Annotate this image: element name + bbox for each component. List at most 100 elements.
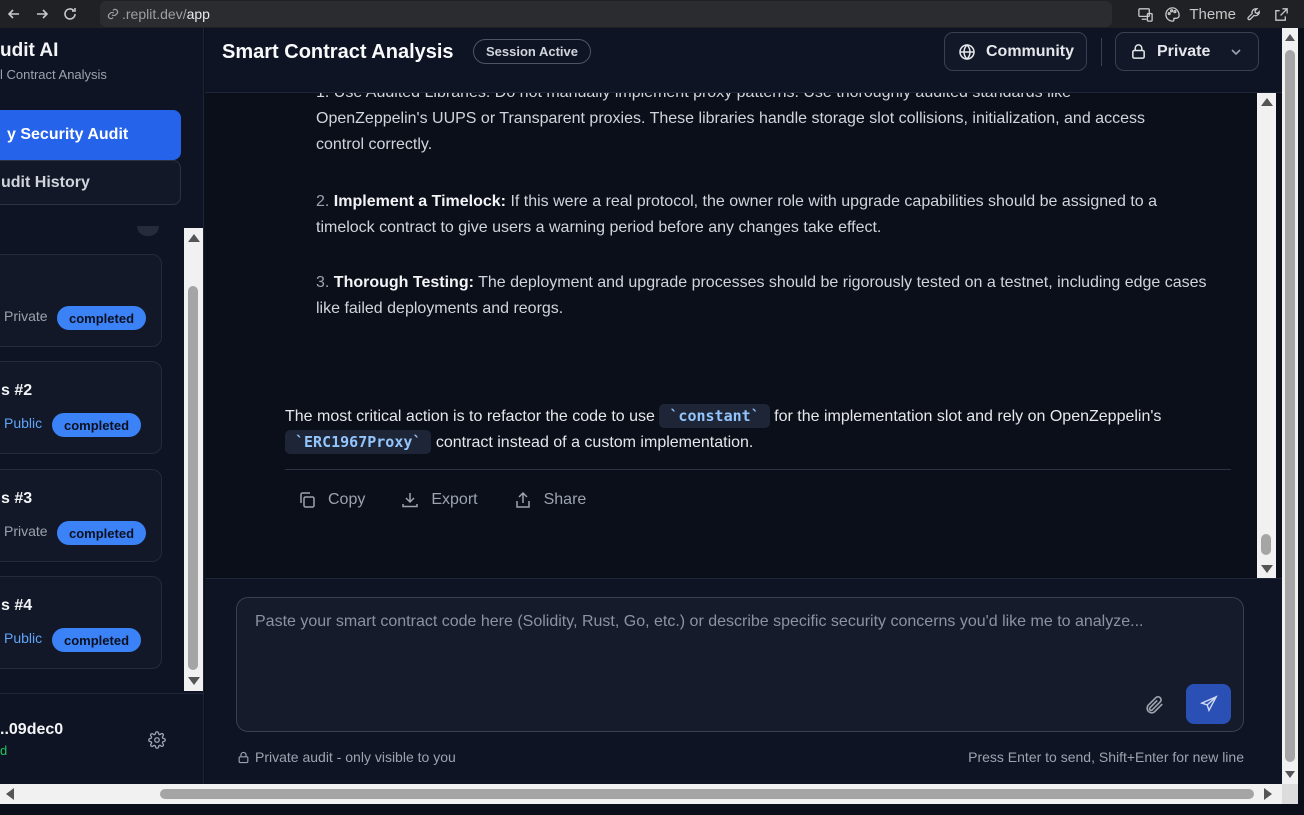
recommendation-1-cut-line: 1. Use Audited Libraries: Do not manuall…	[316, 93, 1206, 106]
community-label: Community	[986, 42, 1074, 60]
audit-title: s #3	[1, 490, 33, 507]
audit-title: s #2	[1, 382, 33, 399]
theme-label: Theme	[1189, 5, 1236, 23]
back-button[interactable]	[0, 0, 28, 28]
scroll-up-arrow[interactable]	[1261, 98, 1273, 106]
wallet-status: d	[0, 743, 8, 758]
scroll-thumb[interactable]	[1285, 50, 1295, 762]
privacy-text: Private audit - only visible to you	[255, 749, 456, 765]
page-horizontal-scrollbar[interactable]	[0, 784, 1282, 804]
audit-card[interactable]: s #4 Public completed	[0, 576, 162, 669]
status-badge: completed	[52, 628, 142, 652]
external-link-icon[interactable]	[1273, 6, 1290, 23]
scroll-down-arrow[interactable]	[1261, 565, 1273, 573]
page-title: Smart Contract Analysis	[222, 41, 454, 63]
audit-title: s #4	[1, 597, 33, 614]
forward-arrow-icon	[37, 9, 49, 19]
visibility-select[interactable]: Private	[1115, 32, 1259, 71]
visibility-label: Public	[4, 415, 43, 431]
scroll-down-arrow[interactable]	[1285, 771, 1295, 778]
message-input[interactable]	[237, 598, 1243, 731]
browser-toolbar: .replit.dev/app Theme	[0, 0, 1304, 28]
send-icon	[1199, 695, 1218, 713]
recommendation-1: 1. Use Audited Libraries: Do not manuall…	[316, 93, 1206, 158]
devices-icon[interactable]	[1137, 6, 1154, 23]
summary-text: contract instead of a custom implementat…	[431, 434, 754, 451]
send-button[interactable]	[1186, 684, 1231, 724]
scroll-up-arrow[interactable]	[188, 234, 200, 242]
audit-card[interactable]: s #3 Private completed	[0, 469, 162, 562]
divider	[285, 469, 1231, 470]
palette-icon	[1165, 6, 1181, 22]
visibility-label: Public	[4, 630, 43, 646]
page-vertical-scrollbar[interactable]	[1282, 28, 1298, 784]
scroll-down-arrow[interactable]	[188, 677, 200, 685]
scroll-up-arrow[interactable]	[1285, 34, 1295, 41]
sidebar: udit AI l Contract Analysis y Security A…	[0, 28, 204, 784]
community-button[interactable]: Community	[944, 32, 1087, 71]
reload-button[interactable]	[56, 0, 84, 28]
summary-paragraph: The most critical action is to refactor …	[285, 404, 1225, 456]
audit-card[interactable]: Private completed	[0, 254, 162, 347]
wallet-address: ..09dec0	[0, 721, 64, 738]
recommendation-3: 3. Thorough Testing: The deployment and …	[316, 270, 1216, 322]
recommendation-heading: Implement a Timelock:	[333, 193, 506, 210]
brand-title: udit AI	[0, 40, 59, 61]
copy-icon	[300, 492, 315, 508]
address-bar[interactable]: .replit.dev/app	[100, 1, 1112, 27]
lock-icon	[238, 751, 249, 763]
export-label: Export	[431, 491, 478, 508]
content-scrollbar[interactable]	[1257, 93, 1276, 578]
audit-card[interactable]: s #2 Public completed	[0, 361, 162, 454]
window-edge	[1298, 28, 1304, 815]
sidebar-scrollbar[interactable]	[184, 228, 203, 691]
recommendation-1-line-3: control correctly.	[316, 136, 433, 153]
reload-icon	[64, 8, 76, 20]
recommendation-1-line-2: OpenZeppelin's UUPS or Transparent proxi…	[316, 110, 1145, 127]
scroll-left-arrow[interactable]	[6, 788, 14, 800]
scroll-right-arrow[interactable]	[1264, 788, 1272, 800]
summary-text: for the implementation slot and rely on …	[769, 408, 1162, 425]
privacy-note: Private audit - only visible to you	[237, 749, 456, 765]
theme-button[interactable]: Theme	[1164, 6, 1236, 23]
wrench-icon[interactable]	[1246, 6, 1263, 23]
status-badge: completed	[57, 521, 147, 545]
list-number: 2.	[316, 193, 330, 210]
scrollbar-corner	[1282, 784, 1298, 804]
gear-icon[interactable]	[148, 731, 166, 749]
visibility-label: Private	[4, 523, 48, 539]
inline-code: `ERC1967Proxy`	[285, 430, 432, 454]
brand-subtitle: l Contract Analysis	[0, 67, 107, 82]
new-security-audit-button[interactable]: y Security Audit	[0, 110, 181, 160]
scroll-thumb[interactable]	[188, 286, 198, 670]
back-arrow-icon	[7, 9, 19, 19]
message-input-box	[236, 597, 1244, 732]
paperclip-icon[interactable]	[1143, 694, 1165, 716]
scroll-thumb[interactable]	[160, 789, 1254, 799]
export-button[interactable]: Export	[401, 491, 478, 509]
audit-history-button[interactable]: udit History	[0, 160, 181, 205]
page-header: Smart Contract Analysis Session Active C…	[205, 28, 1282, 93]
visibility-label: Private	[1157, 42, 1211, 60]
recommendation-2: 2. Implement a Timelock: If this were a …	[316, 189, 1216, 241]
list-number: 3.	[316, 274, 330, 291]
wallet-panel: ..09dec0 d	[0, 693, 204, 784]
message-area: 1. Use Audited Libraries: Do not manuall…	[205, 93, 1257, 578]
share-icon	[515, 491, 530, 508]
browser-extensions: Theme	[1137, 0, 1290, 28]
forward-button[interactable]	[28, 0, 56, 28]
copy-label: Copy	[328, 491, 366, 508]
app-root: .replit.dev/app Theme udit AI l Contract…	[0, 0, 1304, 815]
message-actions: Copy Export Share	[298, 491, 586, 509]
keyboard-hint: Press Enter to send, Shift+Enter for new…	[968, 749, 1244, 765]
header-divider	[1101, 38, 1102, 66]
share-label: Share	[543, 491, 587, 508]
main-panel: Smart Contract Analysis Session Active C…	[205, 28, 1282, 784]
session-badge: Session Active	[473, 39, 592, 64]
link-icon	[107, 8, 119, 20]
scroll-thumb[interactable]	[1261, 534, 1271, 555]
url-path: app	[186, 6, 210, 22]
visibility-label: Private	[4, 308, 48, 324]
share-button[interactable]: Share	[514, 491, 587, 509]
copy-button[interactable]: Copy	[298, 491, 365, 509]
